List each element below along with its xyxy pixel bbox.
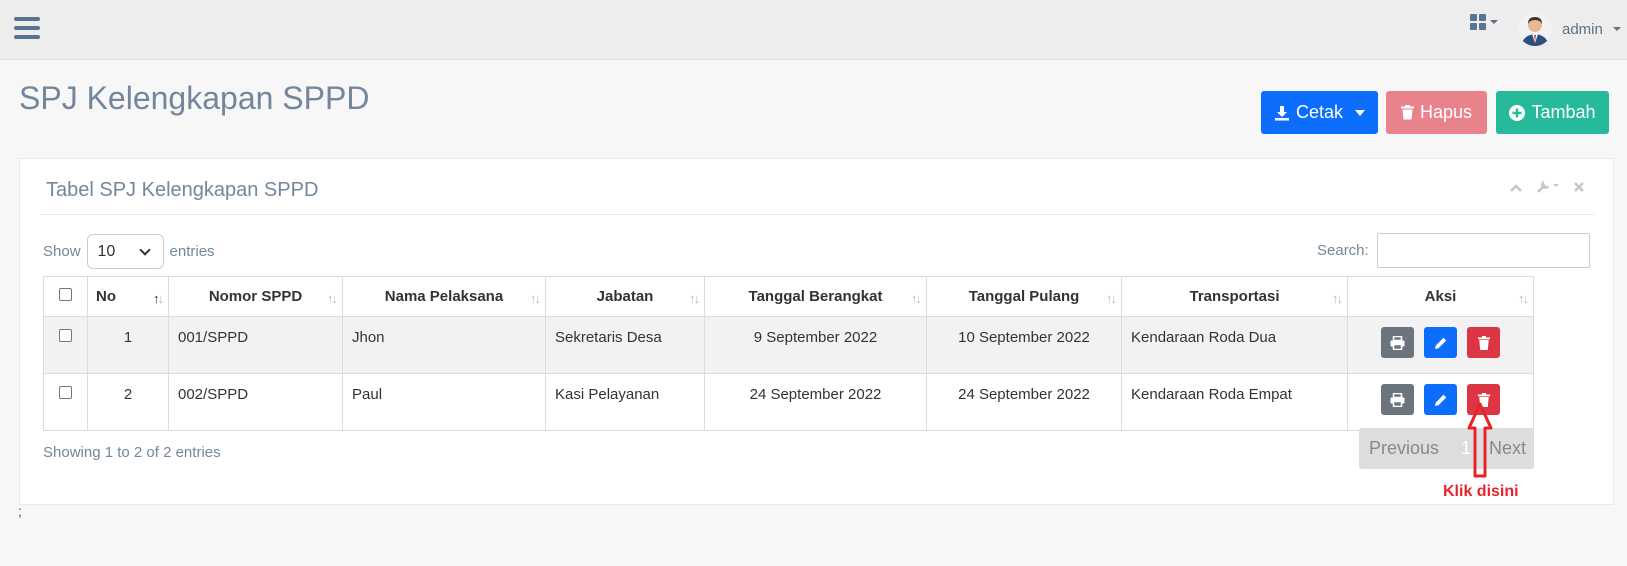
table-row: 2 002/SPPD Paul Kasi Pelayanan 24 Septem… — [43, 373, 1534, 431]
cell-nomor-sppd: 002/SPPD — [168, 373, 343, 431]
row-checkbox[interactable] — [59, 386, 72, 399]
user-menu[interactable]: admin — [1518, 12, 1621, 46]
print-button[interactable] — [1381, 384, 1414, 415]
plus-circle-icon — [1509, 104, 1526, 121]
caret-down-icon — [1612, 27, 1621, 31]
user-name: admin — [1562, 20, 1603, 38]
search-input[interactable] — [1376, 233, 1590, 268]
cell-tanggal-berangkat: 9 September 2022 — [704, 316, 927, 374]
hamburger-icon[interactable] — [14, 17, 40, 39]
chevron-up-icon[interactable] — [1509, 180, 1523, 198]
data-table: No ↑↓ Nomor SPPD ↑↓ Nama Pelaksana ↑↓ Jabat… — [43, 276, 1534, 431]
table-row: 1 001/SPPD Jhon Sekretaris Desa 9 Septem… — [43, 316, 1534, 374]
trash-icon — [1400, 105, 1414, 120]
row-select-cell — [43, 373, 88, 431]
cell-nama-pelaksana: Paul — [342, 373, 546, 431]
column-header-no[interactable]: No ↑↓ — [87, 276, 169, 317]
wrench-icon[interactable] — [1537, 179, 1559, 198]
column-header-nama-pelaksana[interactable]: Nama Pelaksana ↑↓ — [342, 276, 546, 317]
sort-icon: ↑↓ — [911, 291, 922, 306]
column-header-tanggal-pulang[interactable]: Tanggal Pulang ↑↓ — [926, 276, 1122, 317]
cell-jabatan: Sekretaris Desa — [545, 316, 705, 374]
sort-icon: ↑↓ — [689, 291, 700, 306]
sort-icon: ↑↓ — [153, 291, 164, 306]
print-button[interactable] — [1381, 327, 1414, 358]
entries-label: entries — [169, 243, 215, 260]
panel-title: Tabel SPJ Kelengkapan SPPD — [46, 179, 319, 201]
divider — [40, 214, 1595, 215]
search-label: Search: — [1317, 242, 1369, 259]
cell-no: 1 — [87, 316, 169, 374]
sort-icon: ↑↓ — [530, 291, 541, 306]
hapus-label: Hapus — [1419, 102, 1473, 122]
cell-aksi — [1347, 316, 1534, 374]
panel-tools — [1509, 179, 1585, 198]
edit-button[interactable] — [1424, 384, 1457, 415]
caret-down-icon — [1490, 20, 1498, 24]
trash-icon — [1477, 335, 1490, 350]
cell-nomor-sppd: 001/SPPD — [168, 316, 343, 374]
delete-button[interactable] — [1467, 327, 1500, 358]
page-title: SPJ Kelengkapan SPPD — [19, 80, 370, 116]
annotation-label: Klik disini — [1443, 483, 1519, 500]
cell-tanggal-pulang: 24 September 2022 — [926, 373, 1122, 431]
table-info: Showing 1 to 2 of 2 entries — [43, 444, 221, 461]
cell-transportasi: Kendaraan Roda Dua — [1121, 316, 1348, 374]
row-select-cell — [43, 316, 88, 374]
cetak-button[interactable]: Cetak — [1261, 91, 1378, 134]
download-icon — [1274, 105, 1289, 120]
column-header-jabatan[interactable]: Jabatan ↑↓ — [545, 276, 705, 317]
sort-icon: ↑↓ — [327, 291, 338, 306]
grid-icon — [1470, 14, 1486, 30]
table-panel: Tabel SPJ Kelengkapan SPPD Show 10 entri… — [19, 158, 1614, 505]
stray-text: ; — [18, 503, 22, 519]
cell-aksi — [1347, 373, 1534, 431]
pencil-icon — [1434, 337, 1446, 349]
cetak-label: Cetak — [1295, 102, 1344, 122]
sort-icon: ↑↓ — [1106, 291, 1117, 306]
cell-jabatan: Kasi Pelayanan — [545, 373, 705, 431]
pagination: Previous 1 Next — [1359, 428, 1534, 469]
show-label: Show — [43, 243, 81, 260]
select-all-header — [43, 276, 88, 317]
annotation-arrow — [1467, 402, 1493, 478]
cell-transportasi: Kendaraan Roda Empat — [1121, 373, 1348, 431]
apps-menu-button[interactable] — [1470, 14, 1498, 30]
page-size-control: Show 10 entries — [43, 234, 215, 269]
pencil-icon — [1434, 394, 1446, 406]
print-icon — [1390, 335, 1405, 350]
print-icon — [1390, 392, 1405, 407]
edit-button[interactable] — [1424, 327, 1457, 358]
cell-nama-pelaksana: Jhon — [342, 316, 546, 374]
next-button[interactable]: Next — [1489, 438, 1526, 459]
page-size-value: 10 — [97, 242, 116, 260]
chevron-down-icon — [138, 243, 151, 256]
row-checkbox[interactable] — [59, 329, 72, 342]
cell-tanggal-pulang: 10 September 2022 — [926, 316, 1122, 374]
page-size-select[interactable]: 10 — [86, 234, 164, 269]
sort-icon: ↑↓ — [1332, 291, 1343, 306]
column-header-nomor-sppd[interactable]: Nomor SPPD ↑↓ — [168, 276, 343, 317]
hapus-button[interactable]: Hapus — [1386, 91, 1487, 134]
tambah-label: Tambah — [1531, 102, 1596, 122]
tambah-button[interactable]: Tambah — [1496, 91, 1609, 134]
search-control: Search: — [1317, 233, 1590, 268]
column-header-transportasi[interactable]: Transportasi ↑↓ — [1121, 276, 1348, 317]
column-header-aksi[interactable]: Aksi ↑↓ — [1347, 276, 1534, 317]
cell-no: 2 — [87, 373, 169, 431]
previous-button[interactable]: Previous — [1369, 438, 1439, 459]
select-all-checkbox[interactable] — [59, 288, 72, 301]
cell-tanggal-berangkat: 24 September 2022 — [704, 373, 927, 431]
sort-icon: ↑↓ — [1518, 291, 1529, 306]
close-icon[interactable] — [1573, 180, 1585, 198]
top-navbar: admin — [0, 0, 1627, 60]
caret-down-icon — [1355, 109, 1366, 116]
avatar — [1518, 12, 1552, 46]
column-header-tanggal-berangkat[interactable]: Tanggal Berangkat ↑↓ — [704, 276, 927, 317]
